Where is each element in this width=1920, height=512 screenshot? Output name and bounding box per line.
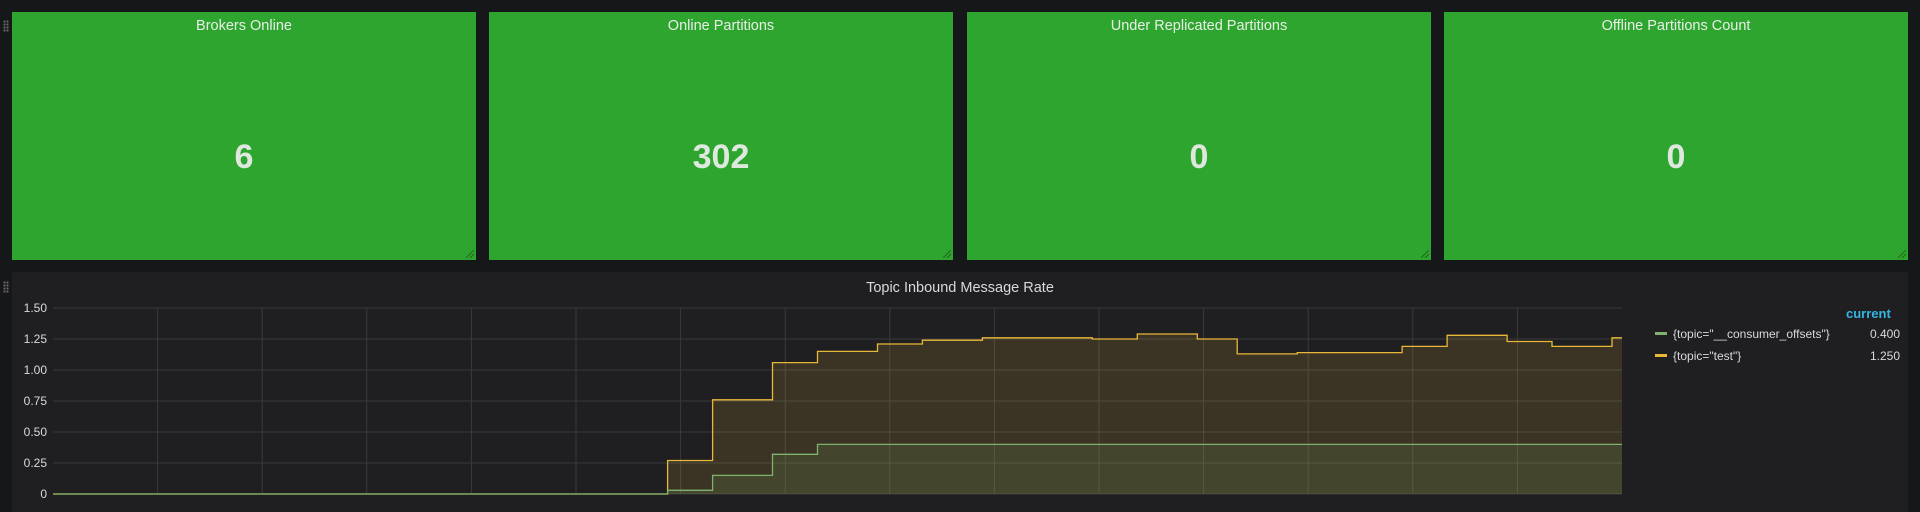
legend-swatch [1655,354,1667,357]
stat-panel-under-replicated-partitions[interactable]: Under Replicated Partitions 0 [967,12,1431,260]
stat-value: 302 [692,138,750,176]
legend-value: 1.250 [1869,349,1900,363]
legend-item[interactable]: {topic="__consumer_offsets"} 0.400 [1655,326,1900,344]
stat-panel-online-partitions[interactable]: Online Partitions 302 [489,12,953,260]
legend-label: {topic="__consumer_offsets"} [1673,327,1830,341]
legend-item[interactable]: {topic="test"} 1.250 [1655,348,1900,366]
row-drag-handle-icon[interactable] [3,281,9,293]
stat-value: 0 [1189,138,1209,176]
y-tick-label: 0.75 [24,394,48,408]
y-tick-label: 1.50 [24,301,48,315]
stat-panel-brokers-online[interactable]: Brokers Online 6 [12,12,476,260]
stat-title: Online Partitions [667,18,775,34]
graph-panel-topic-inbound-message-rate[interactable]: Topic Inbound Message Rate 0 0.25 0.50 0.75… [12,272,1908,512]
y-tick-label: 0.25 [24,456,48,470]
y-tick-label: 0 [40,487,47,501]
row-drag-handle-icon[interactable] [3,20,9,32]
series-area [53,444,1622,494]
resize-handle-icon[interactable] [1421,250,1429,258]
line-chart[interactable]: 0 0.25 0.50 0.75 1.00 1.25 1.50 [12,272,1652,502]
stat-value: 0 [1666,138,1686,176]
legend-value: 0.400 [1869,327,1900,341]
stat-title: Offline Partitions Count [1601,18,1751,34]
stat-panel-offline-partitions-count[interactable]: Offline Partitions Count 0 [1444,12,1908,260]
stat-value: 6 [234,138,254,176]
stat-title: Under Replicated Partitions [1110,18,1288,34]
resize-handle-icon[interactable] [466,250,474,258]
resize-handle-icon[interactable] [1898,250,1906,258]
legend-label: {topic="test"} [1673,349,1742,363]
legend-swatch [1655,332,1667,335]
legend-header[interactable]: current [1846,306,1891,321]
stat-title: Brokers Online [196,18,292,34]
y-tick-label: 1.00 [24,363,48,377]
y-tick-label: 0.50 [24,425,48,439]
resize-handle-icon[interactable] [943,250,951,258]
y-tick-label: 1.25 [24,332,48,346]
